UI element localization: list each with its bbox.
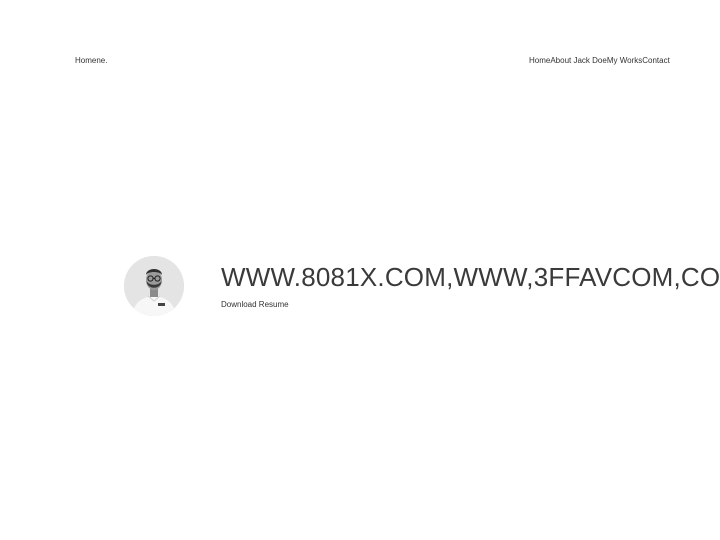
nav-item-home[interactable]: Home — [529, 56, 550, 65]
person-portrait-icon — [124, 256, 184, 316]
nav-item-about[interactable]: About Jack Doe — [550, 56, 606, 65]
avatar — [124, 256, 184, 316]
nav-item-works[interactable]: My Works — [607, 56, 642, 65]
brand-logo-link[interactable]: Homene. — [75, 56, 107, 65]
hero-title: WWW.8081X.COM,WWW,3FFAVCOM,COM — [221, 262, 720, 292]
download-resume-link[interactable]: Download Resume — [221, 300, 289, 309]
page: Homene. Home About Jack Doe My Works Con… — [0, 0, 720, 540]
main-nav: Home About Jack Doe My Works Contact — [529, 56, 670, 65]
nav-item-contact[interactable]: Contact — [642, 56, 670, 65]
